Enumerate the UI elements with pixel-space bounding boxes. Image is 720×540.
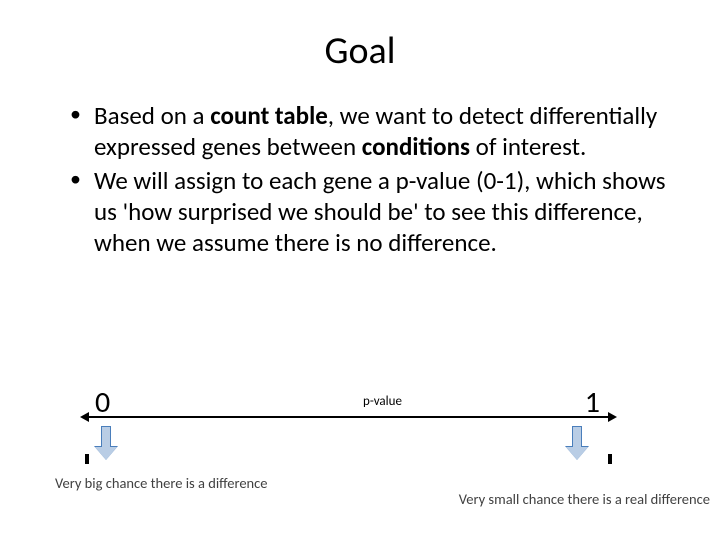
slide-title: Goal: [40, 28, 680, 74]
bullet-2: We will assign to each gene a p-value (0…: [70, 165, 680, 259]
arrow-down-right-icon: [566, 426, 588, 460]
arrow-down-left-icon: [95, 426, 117, 460]
text-span: Based on a: [94, 100, 210, 131]
bold-conditions: conditions: [362, 131, 470, 162]
bold-count-table: count table: [210, 100, 328, 131]
tick-right: [608, 454, 612, 464]
caption-right: Very small chance there is a real differ…: [459, 490, 710, 508]
tick-left: [85, 454, 89, 464]
text-span: of interest.: [470, 131, 586, 162]
bullet-1: Based on a count table, we want to detec…: [70, 100, 680, 163]
axis-line: [87, 416, 610, 418]
caption-left: Very big chance there is a difference: [55, 474, 268, 492]
pvalue-axis-label: p-value: [363, 394, 402, 409]
pvalue-diagram: 0 p-value 1 Very big chance there is a d…: [75, 390, 690, 430]
body-list: Based on a count table, we want to detec…: [40, 100, 680, 258]
scale-row: 0 p-value 1: [75, 390, 690, 430]
